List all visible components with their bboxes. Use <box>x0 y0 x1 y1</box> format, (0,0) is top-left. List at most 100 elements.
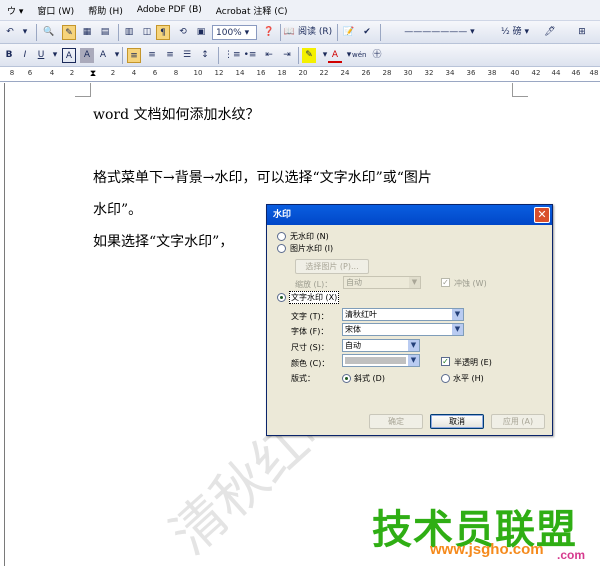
semi-transparent-checkbox[interactable]: ✓ <box>441 357 450 366</box>
ruler-label: 4 <box>49 69 55 77</box>
char-border-button[interactable]: A <box>62 48 76 63</box>
diagonal-radio[interactable] <box>342 374 351 383</box>
ruler-label: 28 <box>382 69 392 77</box>
diagonal-label[interactable]: 斜式 (D) <box>354 373 385 384</box>
doc-line-4[interactable]: 如果选择“文字水印”， <box>93 231 233 251</box>
picture-watermark-radio[interactable] <box>277 244 286 253</box>
italic-button[interactable]: I <box>18 48 32 63</box>
print-preview-icon[interactable]: ▣ <box>194 25 208 40</box>
doc-line-title[interactable]: word 文档如何添加水纹？ <box>93 104 260 124</box>
justify-icon[interactable]: ☰ <box>180 48 194 63</box>
ruler-label: 6 <box>152 69 158 77</box>
read-button[interactable]: 📖 阅读 (R) <box>283 25 333 40</box>
align-center-icon[interactable]: ≡ <box>145 48 159 63</box>
menu-item-help[interactable]: 帮助 (H) <box>81 4 130 17</box>
underline-dropdown-icon[interactable]: ▾ <box>48 48 62 63</box>
washout-checkbox[interactable]: ✓ <box>441 278 450 287</box>
scale-value: 自动 <box>346 278 362 287</box>
line-weight-value: ½ 磅 <box>501 27 522 37</box>
pen-color-icon[interactable]: 🖊 <box>543 25 557 40</box>
select-picture-button[interactable]: 选择图片 (P)... <box>295 259 369 274</box>
char-scale-button[interactable]: A <box>96 48 110 63</box>
bold-button[interactable]: B <box>2 48 16 63</box>
ruler-label: 2 <box>69 69 75 77</box>
chevron-down-icon: ▼ <box>408 340 419 351</box>
text-select[interactable]: 清秋红叶 ▼ <box>342 308 464 321</box>
drawing-icon[interactable]: ✎ <box>62 25 76 40</box>
color-select[interactable]: ▼ <box>342 354 420 367</box>
ruler-label: 12 <box>214 69 224 77</box>
border-icon[interactable]: ⊞ <box>575 25 589 40</box>
layout-label: 版式： <box>291 374 315 383</box>
ruler-label: 4 <box>131 69 137 77</box>
enclose-char-icon[interactable]: ㊉ <box>370 48 384 63</box>
chevron-down-icon: ▼ <box>452 324 463 335</box>
help-icon[interactable]: ❓ <box>262 25 276 40</box>
decrease-indent-icon[interactable]: ⇤ <box>262 48 276 63</box>
bullets-icon[interactable]: •≡ <box>243 48 257 63</box>
semi-transparent-label[interactable]: 半透明 (E) <box>454 357 492 368</box>
ruler-label: 24 <box>340 69 350 77</box>
line-weight-select[interactable]: ½ 磅 ▾ <box>495 25 535 40</box>
underline-button[interactable]: U <box>34 48 48 63</box>
horizontal-label[interactable]: 水平 (H) <box>453 373 484 384</box>
cancel-button[interactable]: 取消 <box>430 414 484 429</box>
drawing-toolbar-icon[interactable]: ◫ <box>140 25 154 40</box>
font-label: 字体 (F)： <box>291 327 329 336</box>
ruler-label: 40 <box>510 69 520 77</box>
line-spacing-icon[interactable]: ↕ <box>198 48 212 63</box>
increase-indent-icon[interactable]: ⇥ <box>280 48 294 63</box>
close-icon[interactable]: ✕ <box>534 207 550 223</box>
highlight-icon[interactable]: ✎ <box>302 48 316 63</box>
scale-select[interactable]: 自动 ▼ <box>343 276 421 289</box>
horizontal-ruler[interactable]: 8 6 4 2 2 4 6 8 10 12 14 16 18 20 22 24 … <box>0 67 600 82</box>
phonetic-button[interactable]: wén <box>352 48 366 63</box>
columns-icon[interactable]: ▥ <box>122 25 136 40</box>
menu-item-window[interactable]: 窗口 (W) <box>30 4 81 17</box>
line-style-select[interactable]: ——————— ▾ <box>392 25 487 40</box>
menu-item-acrobat-comments[interactable]: Acrobat 注释 (C) <box>209 4 295 17</box>
check-icon[interactable]: ✔ <box>360 25 374 40</box>
numbering-icon[interactable]: ⋮≡ <box>224 48 241 63</box>
show-hide-icon[interactable]: ⟲ <box>176 25 190 40</box>
no-watermark-radio[interactable] <box>277 232 286 241</box>
indent-marker-icon[interactable]: ⧗ <box>86 67 100 82</box>
horizontal-radio[interactable] <box>441 374 450 383</box>
document-map-icon[interactable]: ¶ <box>156 25 170 40</box>
undo-icon[interactable]: ↶ <box>3 25 17 40</box>
dialog-title: 水印 <box>267 205 552 225</box>
ruler-label: 10 <box>193 69 203 77</box>
text-watermark-label[interactable]: 文字水印 (X) <box>289 291 340 304</box>
ruler-label: 22 <box>319 69 329 77</box>
menu-item-format[interactable]: ウ ▾ <box>0 4 30 17</box>
char-shade-button[interactable]: A <box>80 48 94 63</box>
chevron-down-icon: ▼ <box>452 309 463 320</box>
menu-item-adobe-pdf[interactable]: Adobe PDF (B) <box>130 5 209 15</box>
align-right-icon[interactable]: ≡ <box>163 48 177 63</box>
ok-button[interactable]: 确定 <box>369 414 423 429</box>
ruler-label: 26 <box>361 69 371 77</box>
research-icon[interactable]: 🔍 <box>42 25 56 40</box>
ruler-label: 18 <box>277 69 287 77</box>
insert-excel-icon[interactable]: ▤ <box>98 25 112 40</box>
align-left-icon[interactable]: ≡ <box>127 48 141 63</box>
color-swatch <box>345 357 406 364</box>
redo-icon[interactable]: ▾ <box>18 25 32 40</box>
doc-line-2[interactable]: 格式菜单下→背景→水印，可以选择“文字水印”或“图片 <box>93 167 432 187</box>
text-watermark-radio[interactable] <box>277 293 286 302</box>
text-value: 清秋红叶 <box>345 310 377 319</box>
insert-table-icon[interactable]: ▦ <box>80 25 94 40</box>
font-select[interactable]: 宋体 ▼ <box>342 323 464 336</box>
apply-button[interactable]: 应用 (A) <box>491 414 545 429</box>
menu-bar: ウ ▾ 窗口 (W) 帮助 (H) Adobe PDF (B) Acrobat … <box>0 0 600 21</box>
no-watermark-label[interactable]: 无水印 (N) <box>290 231 329 242</box>
edit-icon[interactable]: 📝 <box>342 25 356 40</box>
size-select[interactable]: 自动 ▼ <box>342 339 420 352</box>
text-label: 文字 (T)： <box>291 312 329 321</box>
ruler-label: 20 <box>298 69 308 77</box>
size-label: 尺寸 (S)： <box>291 343 329 352</box>
doc-line-3[interactable]: 水印”。 <box>93 199 142 219</box>
font-color-icon[interactable]: A <box>328 48 342 63</box>
zoom-select[interactable]: 100% ▾ <box>212 25 257 40</box>
picture-watermark-label[interactable]: 图片水印 (I) <box>290 243 333 254</box>
